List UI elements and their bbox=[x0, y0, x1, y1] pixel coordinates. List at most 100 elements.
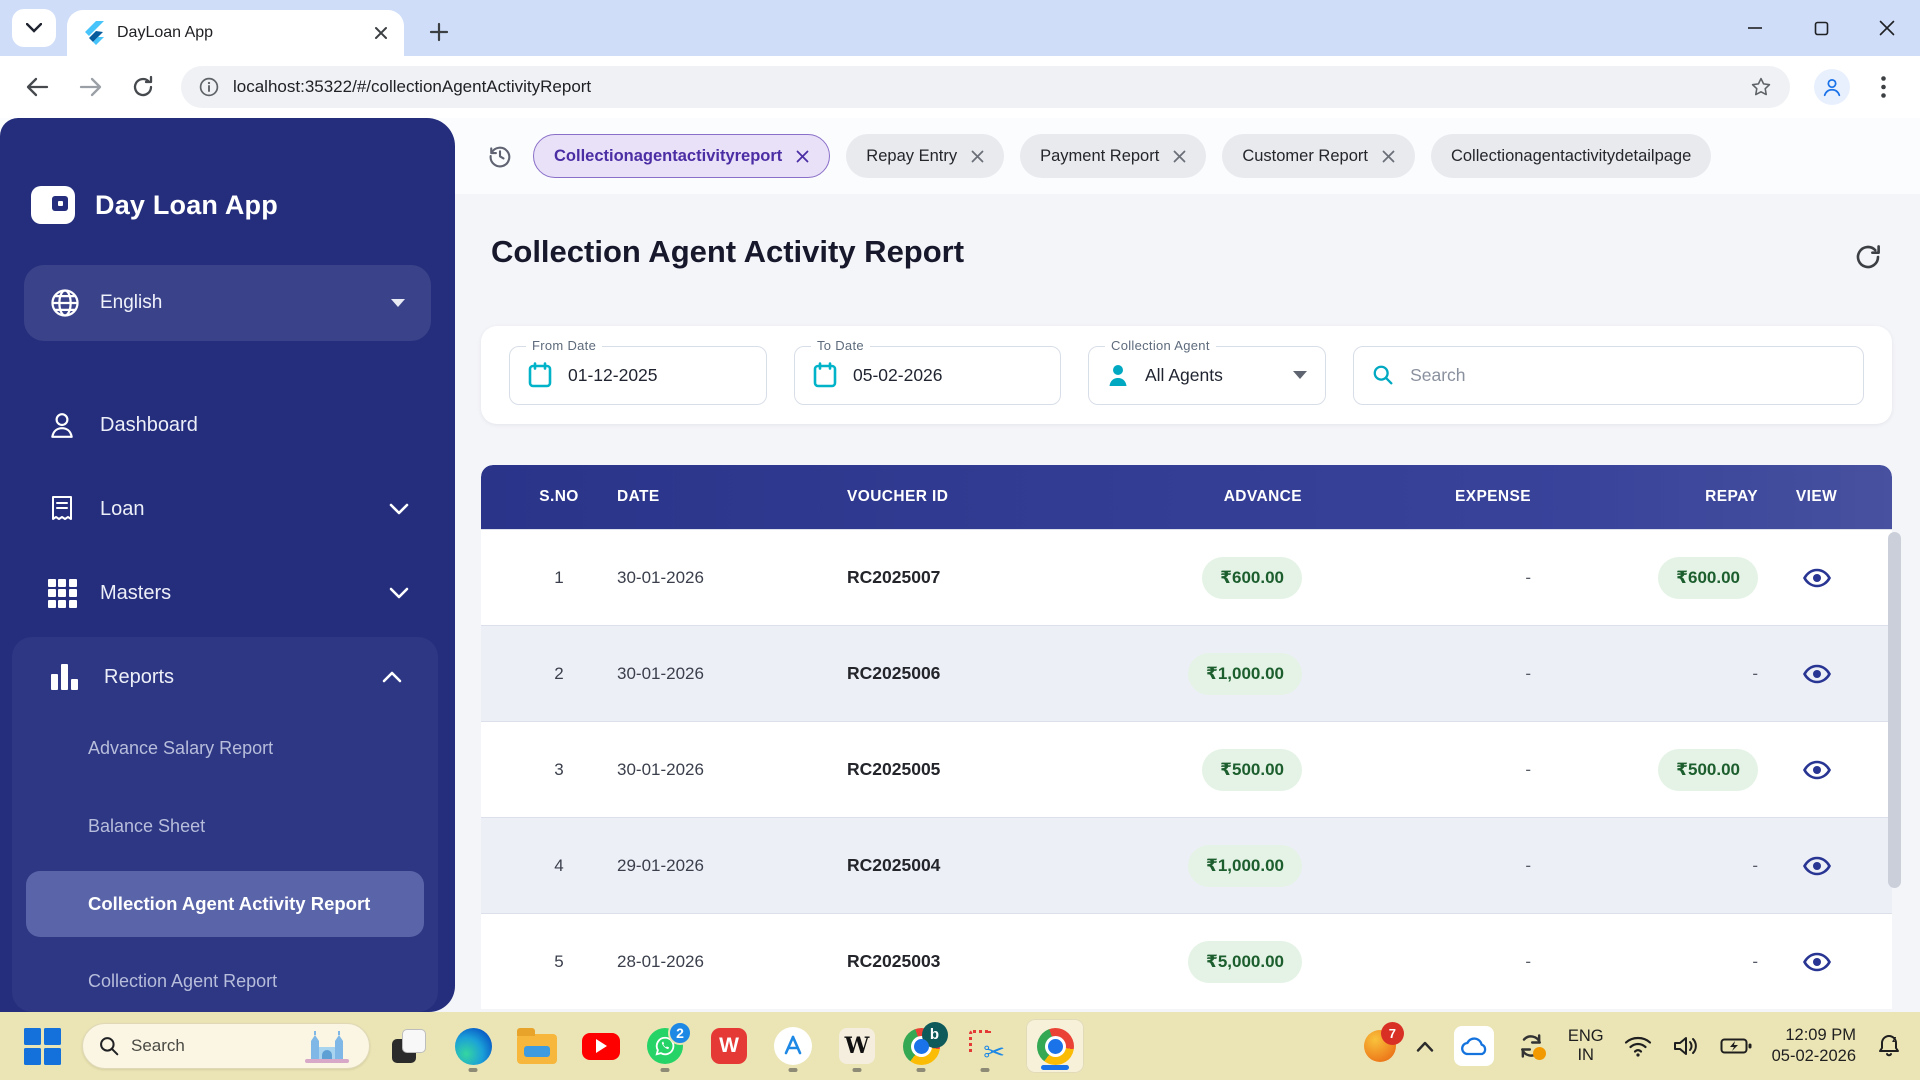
edge-icon bbox=[454, 1027, 492, 1065]
sync-alert-dot bbox=[1532, 1047, 1546, 1060]
collection-agent-select[interactable]: Collection Agent All Agents bbox=[1088, 337, 1326, 405]
new-tab-button[interactable] bbox=[423, 16, 455, 48]
reload-button[interactable] bbox=[128, 72, 158, 102]
screen: DayLoan App localhost:35322/#/collection… bbox=[0, 0, 1920, 1080]
browser-profile-avatar[interactable] bbox=[1814, 69, 1850, 105]
w-app-button[interactable]: W bbox=[834, 1018, 880, 1074]
url-text[interactable]: localhost:35322/#/collectionAgentActivit… bbox=[233, 77, 1750, 97]
wifi-icon[interactable] bbox=[1624, 1035, 1652, 1057]
tray-app-notification-icon[interactable]: 7 bbox=[1363, 1022, 1404, 1062]
language-indicator[interactable]: ENG IN bbox=[1568, 1027, 1604, 1065]
collection-agent-value: All Agents bbox=[1145, 364, 1223, 385]
plus-icon bbox=[429, 22, 449, 42]
app-logo-icon bbox=[31, 186, 75, 224]
chip-close-icon[interactable] bbox=[971, 150, 984, 163]
to-date-field[interactable]: To Date 05-02-2026 bbox=[794, 337, 1061, 405]
task-view-icon bbox=[392, 1029, 426, 1063]
back-button[interactable] bbox=[22, 72, 52, 102]
chip-close-icon[interactable] bbox=[796, 150, 809, 163]
address-bar[interactable]: localhost:35322/#/collectionAgentActivit… bbox=[181, 66, 1790, 108]
browser-tab-strip: DayLoan App bbox=[0, 0, 1920, 56]
window-minimize-button[interactable] bbox=[1722, 0, 1788, 56]
language-selector[interactable]: English bbox=[24, 265, 431, 341]
refresh-button[interactable] bbox=[1851, 240, 1885, 274]
view-button[interactable] bbox=[1799, 563, 1835, 593]
volume-icon[interactable] bbox=[1672, 1034, 1700, 1058]
chip-label: Collectionagentactivitydetailpage bbox=[1450, 146, 1692, 165]
sidebar-item-reports[interactable]: Reports bbox=[12, 649, 438, 705]
edge-app-button[interactable] bbox=[450, 1018, 496, 1074]
start-button[interactable] bbox=[22, 1018, 68, 1074]
chip-close-icon[interactable] bbox=[1382, 150, 1395, 163]
chevron-down-icon bbox=[389, 503, 409, 515]
tray-time: 12:09 PM bbox=[1785, 1026, 1856, 1045]
whatsapp-app-button[interactable]: 2 bbox=[642, 1018, 692, 1074]
browser-menu-button[interactable] bbox=[1868, 72, 1898, 102]
sidebar-item-label: Reports bbox=[104, 665, 175, 688]
taskbar-search-box[interactable] bbox=[82, 1023, 370, 1069]
clock[interactable]: 12:09 PM 05-02-2026 bbox=[1772, 1025, 1856, 1066]
cell-voucher: RC2025003 bbox=[847, 951, 941, 971]
column-header-view: VIEW bbox=[1795, 488, 1838, 505]
column-header-expense: EXPENSE bbox=[1454, 488, 1531, 505]
sidebar-item-loan[interactable]: Loan bbox=[0, 479, 455, 539]
chrome-icon: b bbox=[902, 1021, 948, 1065]
language-code: ENG bbox=[1567, 1027, 1604, 1046]
table-row: 4 29-01-2026 RC2025004 ₹1,000.00 - - bbox=[481, 817, 1892, 913]
search-input[interactable] bbox=[1410, 364, 1845, 386]
tab-close-icon[interactable] bbox=[374, 26, 388, 40]
site-info-icon[interactable] bbox=[199, 77, 219, 97]
from-date-field[interactable]: From Date 01-12-2025 bbox=[509, 337, 767, 405]
history-icon bbox=[489, 146, 511, 168]
masters-grid-icon bbox=[46, 578, 78, 608]
sidebar-item-dashboard[interactable]: Dashboard bbox=[0, 395, 455, 455]
table-scrollbar[interactable] bbox=[1888, 532, 1901, 888]
sync-status-button[interactable] bbox=[1514, 1029, 1548, 1063]
search-field[interactable] bbox=[1353, 345, 1864, 405]
history-button[interactable] bbox=[483, 142, 517, 170]
page-chip-collectionagentactivityreport[interactable]: Collectionagentactivityreport bbox=[533, 134, 831, 178]
chip-close-icon[interactable] bbox=[1173, 150, 1186, 163]
youtube-app-button[interactable] bbox=[578, 1018, 624, 1074]
search-icon bbox=[100, 1037, 119, 1056]
page-chip-customer-report[interactable]: Customer Report bbox=[1222, 134, 1415, 178]
onedrive-button[interactable] bbox=[1453, 1026, 1494, 1066]
window-maximize-button[interactable] bbox=[1788, 0, 1854, 56]
tab-search-button[interactable] bbox=[12, 9, 56, 47]
tray-overflow-button[interactable] bbox=[1416, 1041, 1434, 1052]
forward-button[interactable] bbox=[76, 72, 106, 102]
bookmark-star-icon[interactable] bbox=[1750, 76, 1772, 98]
sidebar-item-balance-sheet[interactable]: Balance Sheet bbox=[26, 800, 424, 852]
page-chip-collectionagentactivitydetailpage[interactable]: Collectionagentactivitydetailpage bbox=[1430, 134, 1712, 178]
column-header-repay: REPAY bbox=[1705, 488, 1758, 505]
wps-office-button[interactable]: W bbox=[706, 1018, 752, 1074]
taskbar-search-input[interactable] bbox=[131, 1036, 261, 1056]
view-button[interactable] bbox=[1799, 659, 1835, 689]
view-button[interactable] bbox=[1799, 947, 1835, 977]
chip-label: Customer Report bbox=[1242, 146, 1368, 165]
task-view-button[interactable] bbox=[386, 1018, 432, 1074]
page-title: Collection Agent Activity Report bbox=[491, 234, 965, 269]
cell-repay: - bbox=[1752, 663, 1758, 683]
snipping-tool-button[interactable]: ✂ bbox=[962, 1018, 1008, 1074]
page-chip-repay-entry[interactable]: Repay Entry bbox=[846, 134, 1005, 178]
file-explorer-button[interactable] bbox=[514, 1018, 560, 1074]
app-store-button[interactable] bbox=[770, 1018, 816, 1074]
sub-item-label: Collection Agent Report bbox=[88, 970, 278, 991]
chrome-profile-b-button[interactable]: b bbox=[898, 1018, 948, 1074]
page-chip-payment-report[interactable]: Payment Report bbox=[1020, 134, 1207, 178]
view-button[interactable] bbox=[1799, 851, 1835, 881]
window-close-button[interactable] bbox=[1854, 0, 1920, 56]
sidebar: Day Loan App English Dashboard Loan Mast… bbox=[0, 118, 455, 1012]
sidebar-item-collection-agent-activity-report[interactable]: Collection Agent Activity Report bbox=[26, 871, 424, 937]
sidebar-item-masters[interactable]: Masters bbox=[0, 563, 455, 623]
chrome-active-app-button[interactable] bbox=[1026, 1019, 1084, 1073]
notification-bell-icon[interactable]: z bbox=[1876, 1033, 1902, 1059]
battery-icon[interactable] bbox=[1720, 1037, 1752, 1055]
sidebar-item-collection-agent-report[interactable]: Collection Agent Report bbox=[26, 955, 424, 1007]
cell-voucher: RC2025006 bbox=[847, 663, 941, 683]
cell-expense: - bbox=[1525, 951, 1531, 971]
browser-tab[interactable]: DayLoan App bbox=[67, 10, 404, 56]
view-button[interactable] bbox=[1799, 755, 1835, 785]
sidebar-item-advance-salary-report[interactable]: Advance Salary Report bbox=[26, 722, 424, 774]
